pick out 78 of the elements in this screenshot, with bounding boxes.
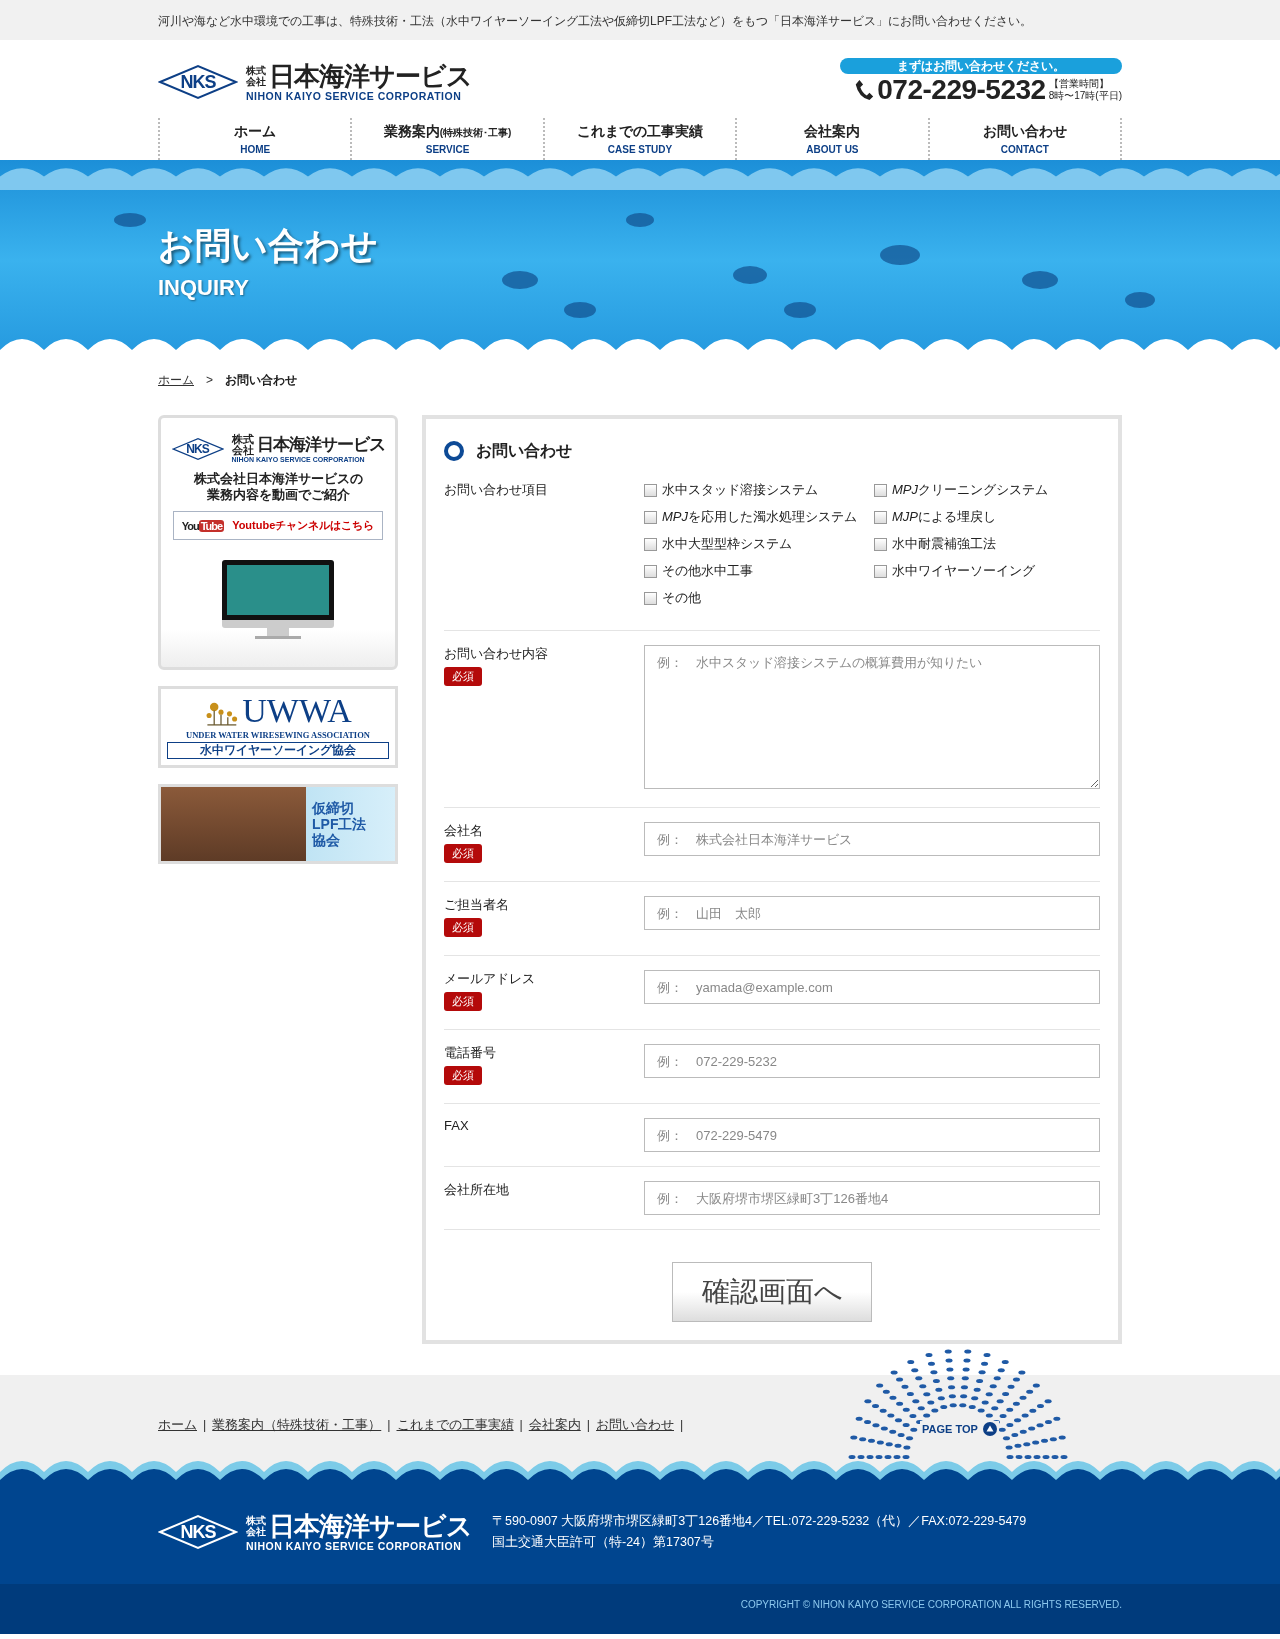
youtube-link-text: Youtubeチャンネルはこちら: [232, 518, 375, 533]
checkbox-option[interactable]: その他水中工事: [644, 562, 874, 580]
message-field[interactable]: 例： 水中スタッド溶接システムの概算費用が知りたい: [644, 645, 1100, 789]
logo-name: 日本海洋サービス: [256, 436, 385, 454]
link-separator: |: [203, 1418, 207, 1432]
uwwa-banner[interactable]: UWWA UNDER WATER WIRESEWING ASSOCIATION 水中ワイヤーソーイング協会: [158, 686, 398, 768]
field-label: 会社名: [444, 822, 483, 840]
logo-mark[interactable]: NKS: [158, 1514, 238, 1550]
input-field[interactable]: 例： yamada@example.com: [644, 970, 1100, 1004]
link-separator: |: [519, 1418, 523, 1432]
contact-banner: まずはお問い合わせください。: [840, 58, 1122, 74]
input-field[interactable]: 例： 072-229-5232: [644, 1044, 1100, 1078]
ring-icon: [444, 441, 464, 461]
link-separator: |: [586, 1418, 590, 1432]
youtube-callout[interactable]: You Tube Youtubeチャンネルはこちら: [172, 511, 384, 540]
logo-mark[interactable]: NKS: [158, 64, 238, 100]
footer-link[interactable]: 業務案内（特殊技術・工事）: [212, 1416, 382, 1434]
hours-label: 【営業時間】: [1048, 78, 1110, 90]
footer-link[interactable]: 会社案内: [528, 1416, 581, 1434]
youtube-logo: You Tube: [181, 519, 225, 532]
required-badge: 必須: [444, 918, 482, 937]
form-title: お問い合わせ: [476, 440, 572, 461]
uwwa-title: UWWA: [242, 695, 352, 727]
license-number: 国土交通大臣許可（特-24）第17307号: [492, 1534, 715, 1551]
input-field[interactable]: 例： 大阪府堺市堺区緑町3丁126番地4: [644, 1181, 1100, 1215]
input-field[interactable]: 例： 株式会社日本海洋サービス: [644, 822, 1100, 856]
checkbox-option[interactable]: MPJを応用した濁水処理システム: [644, 508, 874, 526]
required-badge: 必須: [444, 992, 482, 1011]
phone-number[interactable]: 072-229-5232: [877, 74, 1046, 106]
checkbox-option[interactable]: 水中スタッド溶接システム: [644, 481, 874, 499]
field-label: 電話番号: [444, 1044, 496, 1062]
input-field[interactable]: 例： 072-229-5479: [644, 1118, 1100, 1152]
logo-prefix: 株式 会社: [231, 434, 254, 456]
required-badge: 必須: [444, 844, 482, 863]
hours-text: 8時〜17時(平日): [1048, 90, 1122, 102]
logo-name: 日本海洋サービス: [269, 62, 472, 90]
lpf-banner-text: 仮締切 LPF工法 協会: [311, 799, 367, 850]
required-badge: 必須: [444, 667, 482, 686]
field-label: ご担当者名: [444, 896, 509, 914]
checkbox-option[interactable]: 水中ワイヤーソーイング: [874, 562, 1100, 580]
confirm-button[interactable]: 確認画面へ: [672, 1262, 872, 1322]
field-label: メールアドレス: [444, 970, 535, 988]
required-badge: 必須: [444, 1066, 482, 1085]
uwwa-subtitle: UNDER WATER WIRESEWING ASSOCIATION: [186, 730, 370, 740]
lpf-banner[interactable]: 仮締切 LPF工法 協会: [158, 784, 398, 864]
field-label: 会社所在地: [444, 1181, 509, 1199]
logo-subtitle: NIHON KAIYO SERVICE CORPORATION: [246, 1540, 463, 1552]
input-field[interactable]: 例： 山田 太郎: [644, 896, 1100, 930]
field-label: お問い合わせ項目: [444, 481, 548, 499]
link-separator: |: [387, 1418, 391, 1432]
video-caption: 株式会社日本海洋サービスの 業務内容を動画でご紹介: [193, 471, 363, 503]
page-top-link[interactable]: PAGE TOP: [920, 1421, 999, 1437]
phone-icon: [854, 79, 875, 101]
page-title: お問い合わせ: [158, 224, 378, 268]
logo-mark: NKS: [171, 436, 224, 461]
checkbox-option[interactable]: MJPによる埋戻し: [874, 508, 1100, 526]
checkbox-option[interactable]: 水中耐震補強工法: [874, 535, 1100, 553]
company-address: 〒590-0907 大阪府堺市堺区緑町3丁126番地4／TEL:072-229-5232（代）／FAX:072-229-5479: [492, 1513, 1027, 1530]
copyright: COPYRIGHT © NIHON KAIYO SERVICE CORPORATION ALL RIGHTS RESERVED.: [740, 1598, 1122, 1610]
page-name-text: お問い合わせ: [225, 371, 297, 389]
breadcrumb-separator: >: [206, 373, 213, 387]
checkbox-option[interactable]: その他: [644, 589, 874, 607]
field-label: お問い合わせ内容: [444, 645, 548, 663]
checkbox-option[interactable]: 水中大型型枠システム: [644, 535, 874, 553]
logo-prefix: 株式 会社: [246, 65, 266, 87]
logo-name: 日本海洋サービス: [269, 1512, 472, 1540]
footer-link[interactable]: ホーム: [158, 1416, 197, 1434]
page-subtitle: INQUIRY: [158, 275, 249, 301]
breadcrumb-link[interactable]: ホーム: [158, 371, 194, 389]
checkbox-option[interactable]: MPJクリーニングシステム: [874, 481, 1100, 499]
link-separator: |: [680, 1418, 684, 1432]
top-notice: 河川や海など水中環境での工事は、特殊技術・工法（水中ワイヤーソーイング工法や仮締切LPF工法など）をもつ「日本海洋サービス」にお問い合わせください。: [158, 13, 1032, 28]
footer-link[interactable]: これまでの工事実績: [396, 1416, 514, 1434]
footer-link[interactable]: お問い合わせ: [596, 1416, 674, 1434]
logo-subtitle: NIHON KAIYO SERVICE CORPORATION: [246, 90, 463, 102]
field-label: FAX: [444, 1118, 469, 1133]
logo-prefix: 株式 会社: [246, 1515, 266, 1537]
uwwa-japanese-name: 水中ワイヤーソーイング協会: [167, 742, 389, 759]
